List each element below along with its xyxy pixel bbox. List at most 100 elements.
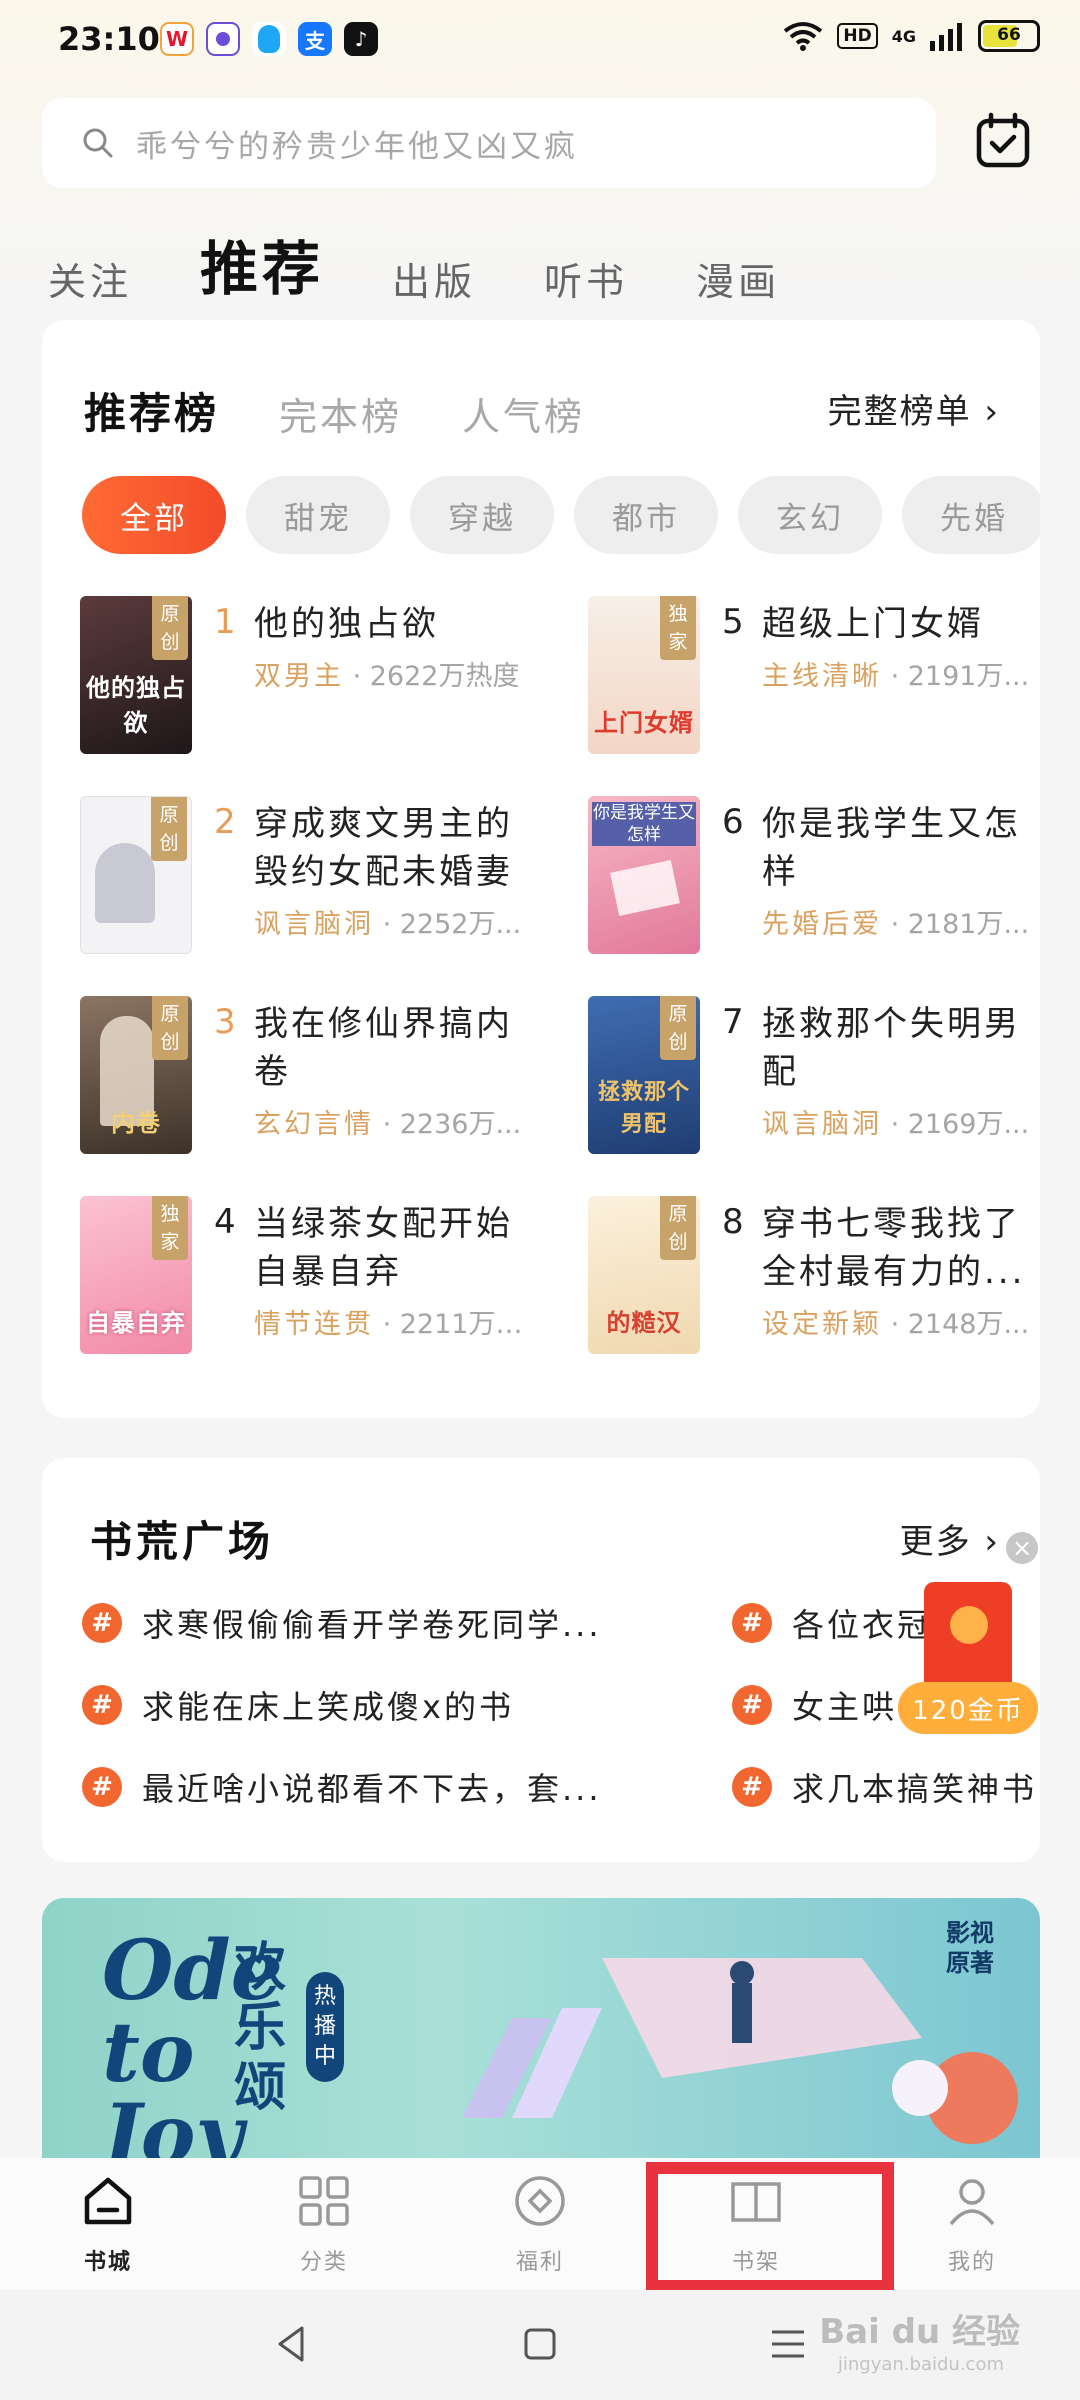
book-ranking-grid: 他的独占欲 原创 1 他的独占欲 双男主 · 2622万热度 原创 2 穿成爽文… bbox=[80, 596, 1029, 1396]
book-tag: 设定新颖 bbox=[762, 1309, 882, 1340]
book-heat: · 2169万... bbox=[882, 1109, 1030, 1140]
tab-audiobook[interactable]: 听书 bbox=[544, 251, 628, 306]
cover-title: 的糙汉 bbox=[606, 1309, 682, 1337]
book-rank: 6 bbox=[722, 802, 744, 842]
book-meta: 情节连贯 · 2211万热度 bbox=[254, 1302, 544, 1341]
book-rank: 2 bbox=[214, 802, 236, 842]
book-item[interactable]: 的糙汉 原创 8 穿书七零我找了全村最有力的... 设定新颖 · 2148万..… bbox=[588, 1196, 1058, 1366]
book-meta: 设定新颖 · 2148万... bbox=[762, 1302, 1052, 1341]
chip-sweet[interactable]: 甜宠 bbox=[246, 476, 390, 554]
book-title: 穿书七零我找了全村最有力的... bbox=[762, 1204, 1026, 1292]
book-cover: 他的独占欲 原创 bbox=[80, 596, 192, 754]
status-bar: 23:10 W 支 ♪ HD 4G 66 bbox=[0, 0, 1080, 80]
book-title: 穿成爽文男主的毁约女配未婚妻 bbox=[254, 804, 513, 892]
hashtag-icon: # bbox=[732, 1767, 772, 1807]
weibo-icon: W bbox=[160, 22, 194, 56]
status-time: 23:10 bbox=[58, 20, 160, 58]
ranking-tabs: 推荐榜 完本榜 人气榜 bbox=[84, 380, 585, 441]
cover-title: 他的独占欲 bbox=[86, 674, 186, 737]
topic-item[interactable]: # 求寒假偷偷看开学卷死同学... bbox=[82, 1598, 642, 1648]
book-tag: 讽言脑洞 bbox=[254, 909, 374, 940]
book-cover: 原创 bbox=[80, 796, 192, 954]
book-square-card: 书荒广场 更多 › # 求寒假偷偷看开学卷死同学... # 求能在床上笑成傻x的… bbox=[42, 1458, 1040, 1862]
chip-marriage-first[interactable]: 先婚 bbox=[902, 476, 1040, 554]
tab-recommend-rank[interactable]: 推荐榜 bbox=[84, 380, 219, 441]
tab-comics[interactable]: 漫画 bbox=[696, 251, 780, 306]
cover-title: 你是我学生又怎样 bbox=[592, 802, 696, 846]
book-tag: 情节连贯 bbox=[254, 1309, 374, 1340]
tab-popular-rank[interactable]: 人气榜 bbox=[462, 386, 585, 441]
nav-category[interactable]: 分类 bbox=[264, 2172, 384, 2282]
search-bar[interactable]: 乖兮兮的矜贵少年他又凶又疯 bbox=[42, 98, 936, 188]
topic-text: 女主哄 bbox=[792, 1688, 898, 1726]
book-heat: · 2211万热度 bbox=[374, 1309, 544, 1340]
book-rank: 1 bbox=[214, 602, 236, 642]
book-cover: 内卷 原创 bbox=[80, 996, 192, 1154]
genre-chips: 全部 甜宠 穿越 都市 玄幻 先婚 bbox=[82, 476, 1040, 554]
bottom-navigation: 书城 分类 福利 书架 我的 bbox=[0, 2158, 1080, 2290]
chip-fantasy[interactable]: 玄幻 bbox=[738, 476, 882, 554]
tab-publish[interactable]: 出版 bbox=[392, 251, 476, 306]
tab-recommend[interactable]: 推荐 bbox=[200, 222, 324, 306]
user-icon bbox=[949, 2179, 995, 2226]
nav-profile[interactable]: 我的 bbox=[912, 2172, 1032, 2282]
topic-item[interactable]: # 求能在床上笑成傻x的书 bbox=[82, 1680, 642, 1730]
book-item[interactable]: 他的独占欲 原创 1 他的独占欲 双男主 · 2622万热度 bbox=[80, 596, 550, 766]
tab-follow[interactable]: 关注 bbox=[48, 251, 132, 306]
ranking-card: 推荐榜 完本榜 人气榜 完整榜单 › 全部 甜宠 穿越 都市 玄幻 先婚 他的独… bbox=[42, 320, 1040, 1418]
red-packet-amount: 120金币 bbox=[898, 1682, 1038, 1734]
banner-source-tag: 影视原著 bbox=[946, 1919, 994, 1977]
book-meta: 先婚后爱 · 2181万... bbox=[762, 902, 1052, 941]
signal-icon bbox=[930, 23, 962, 51]
hashtag-icon: # bbox=[82, 1685, 122, 1725]
book-rank: 5 bbox=[722, 602, 744, 642]
tiktok-icon: ♪ bbox=[344, 22, 378, 56]
menu-icon[interactable] bbox=[766, 2322, 810, 2366]
tab-completed-rank[interactable]: 完本榜 bbox=[279, 386, 402, 441]
topic-item[interactable]: # 求几本搞笑神书 bbox=[732, 1762, 1040, 1812]
book-item[interactable]: 上门女婿 独家 5 超级上门女婿 主线清晰 · 2191万... bbox=[588, 596, 1058, 766]
book-cover: 你是我学生又怎样 bbox=[588, 796, 700, 954]
status-indicators: HD 4G 66 bbox=[783, 20, 1040, 52]
book-title: 当绿茶女配开始自暴自弃 bbox=[254, 1204, 513, 1292]
book-item[interactable]: 你是我学生又怎样 6 你是我学生又怎样 先婚后爱 · 2181万... bbox=[588, 796, 1058, 966]
book-item[interactable]: 自暴自弃 独家 4 当绿茶女配开始自暴自弃 情节连贯 · 2211万热度 bbox=[80, 1196, 550, 1366]
red-packet-float[interactable]: × 120金币 bbox=[898, 1532, 1038, 1734]
book-meta: 讽言脑洞 · 2252万... bbox=[254, 902, 544, 941]
book-title: 超级上门女婿 bbox=[762, 604, 984, 644]
cover-title: 上门女婿 bbox=[594, 709, 694, 737]
banner-title: 欢乐颂 bbox=[234, 1938, 287, 2118]
calendar-checkin-icon[interactable] bbox=[974, 112, 1032, 170]
nav-bookstore[interactable]: 书城 bbox=[48, 2172, 168, 2282]
book-item[interactable]: 原创 2 穿成爽文男主的毁约女配未婚妻 讽言脑洞 · 2252万... bbox=[80, 796, 550, 966]
chip-all[interactable]: 全部 bbox=[82, 476, 226, 554]
book-badge: 独家 bbox=[660, 596, 696, 660]
search-icon bbox=[83, 128, 113, 158]
book-tag: 玄幻言情 bbox=[254, 1109, 374, 1140]
nav-label: 书城 bbox=[83, 2250, 132, 2275]
banner-hot-badge: 热播中 bbox=[306, 1972, 344, 2082]
nav-label: 福利 bbox=[515, 2250, 564, 2275]
red-packet-icon bbox=[924, 1582, 1012, 1692]
full-list-link[interactable]: 完整榜单 › bbox=[828, 384, 1000, 433]
nav-welfare[interactable]: 福利 bbox=[480, 2172, 600, 2282]
back-icon[interactable] bbox=[270, 2322, 314, 2366]
promo-banner[interactable]: Ode to Joy 欢乐颂 热播中 影视原著 bbox=[42, 1898, 1040, 2158]
square-title: 书荒广场 bbox=[90, 1517, 275, 1566]
book-rank: 8 bbox=[722, 1202, 744, 1242]
book-heat: · 2181万... bbox=[882, 909, 1030, 940]
chip-timetravel[interactable]: 穿越 bbox=[410, 476, 554, 554]
book-item[interactable]: 内卷 原创 3 我在修仙界搞内卷 玄幻言情 · 2236万... bbox=[80, 996, 550, 1166]
topic-item[interactable]: # 最近啥小说都看不下去，套... bbox=[82, 1762, 642, 1812]
cover-title: 内卷 bbox=[111, 1109, 161, 1137]
book-meta: 讽言脑洞 · 2169万... bbox=[762, 1102, 1052, 1141]
chip-urban[interactable]: 都市 bbox=[574, 476, 718, 554]
home-button-icon[interactable] bbox=[518, 2322, 562, 2366]
search-placeholder: 乖兮兮的矜贵少年他又凶又疯 bbox=[136, 128, 578, 165]
coin-icon bbox=[950, 1606, 988, 1644]
book-title: 你是我学生又怎样 bbox=[762, 804, 1021, 892]
book-item[interactable]: 拯救那个男配 原创 7 拯救那个失明男配 讽言脑洞 · 2169万... bbox=[588, 996, 1058, 1166]
close-icon[interactable]: × bbox=[1006, 1532, 1038, 1564]
book-badge: 原创 bbox=[660, 1196, 696, 1260]
book-title: 我在修仙界搞内卷 bbox=[254, 1004, 513, 1092]
